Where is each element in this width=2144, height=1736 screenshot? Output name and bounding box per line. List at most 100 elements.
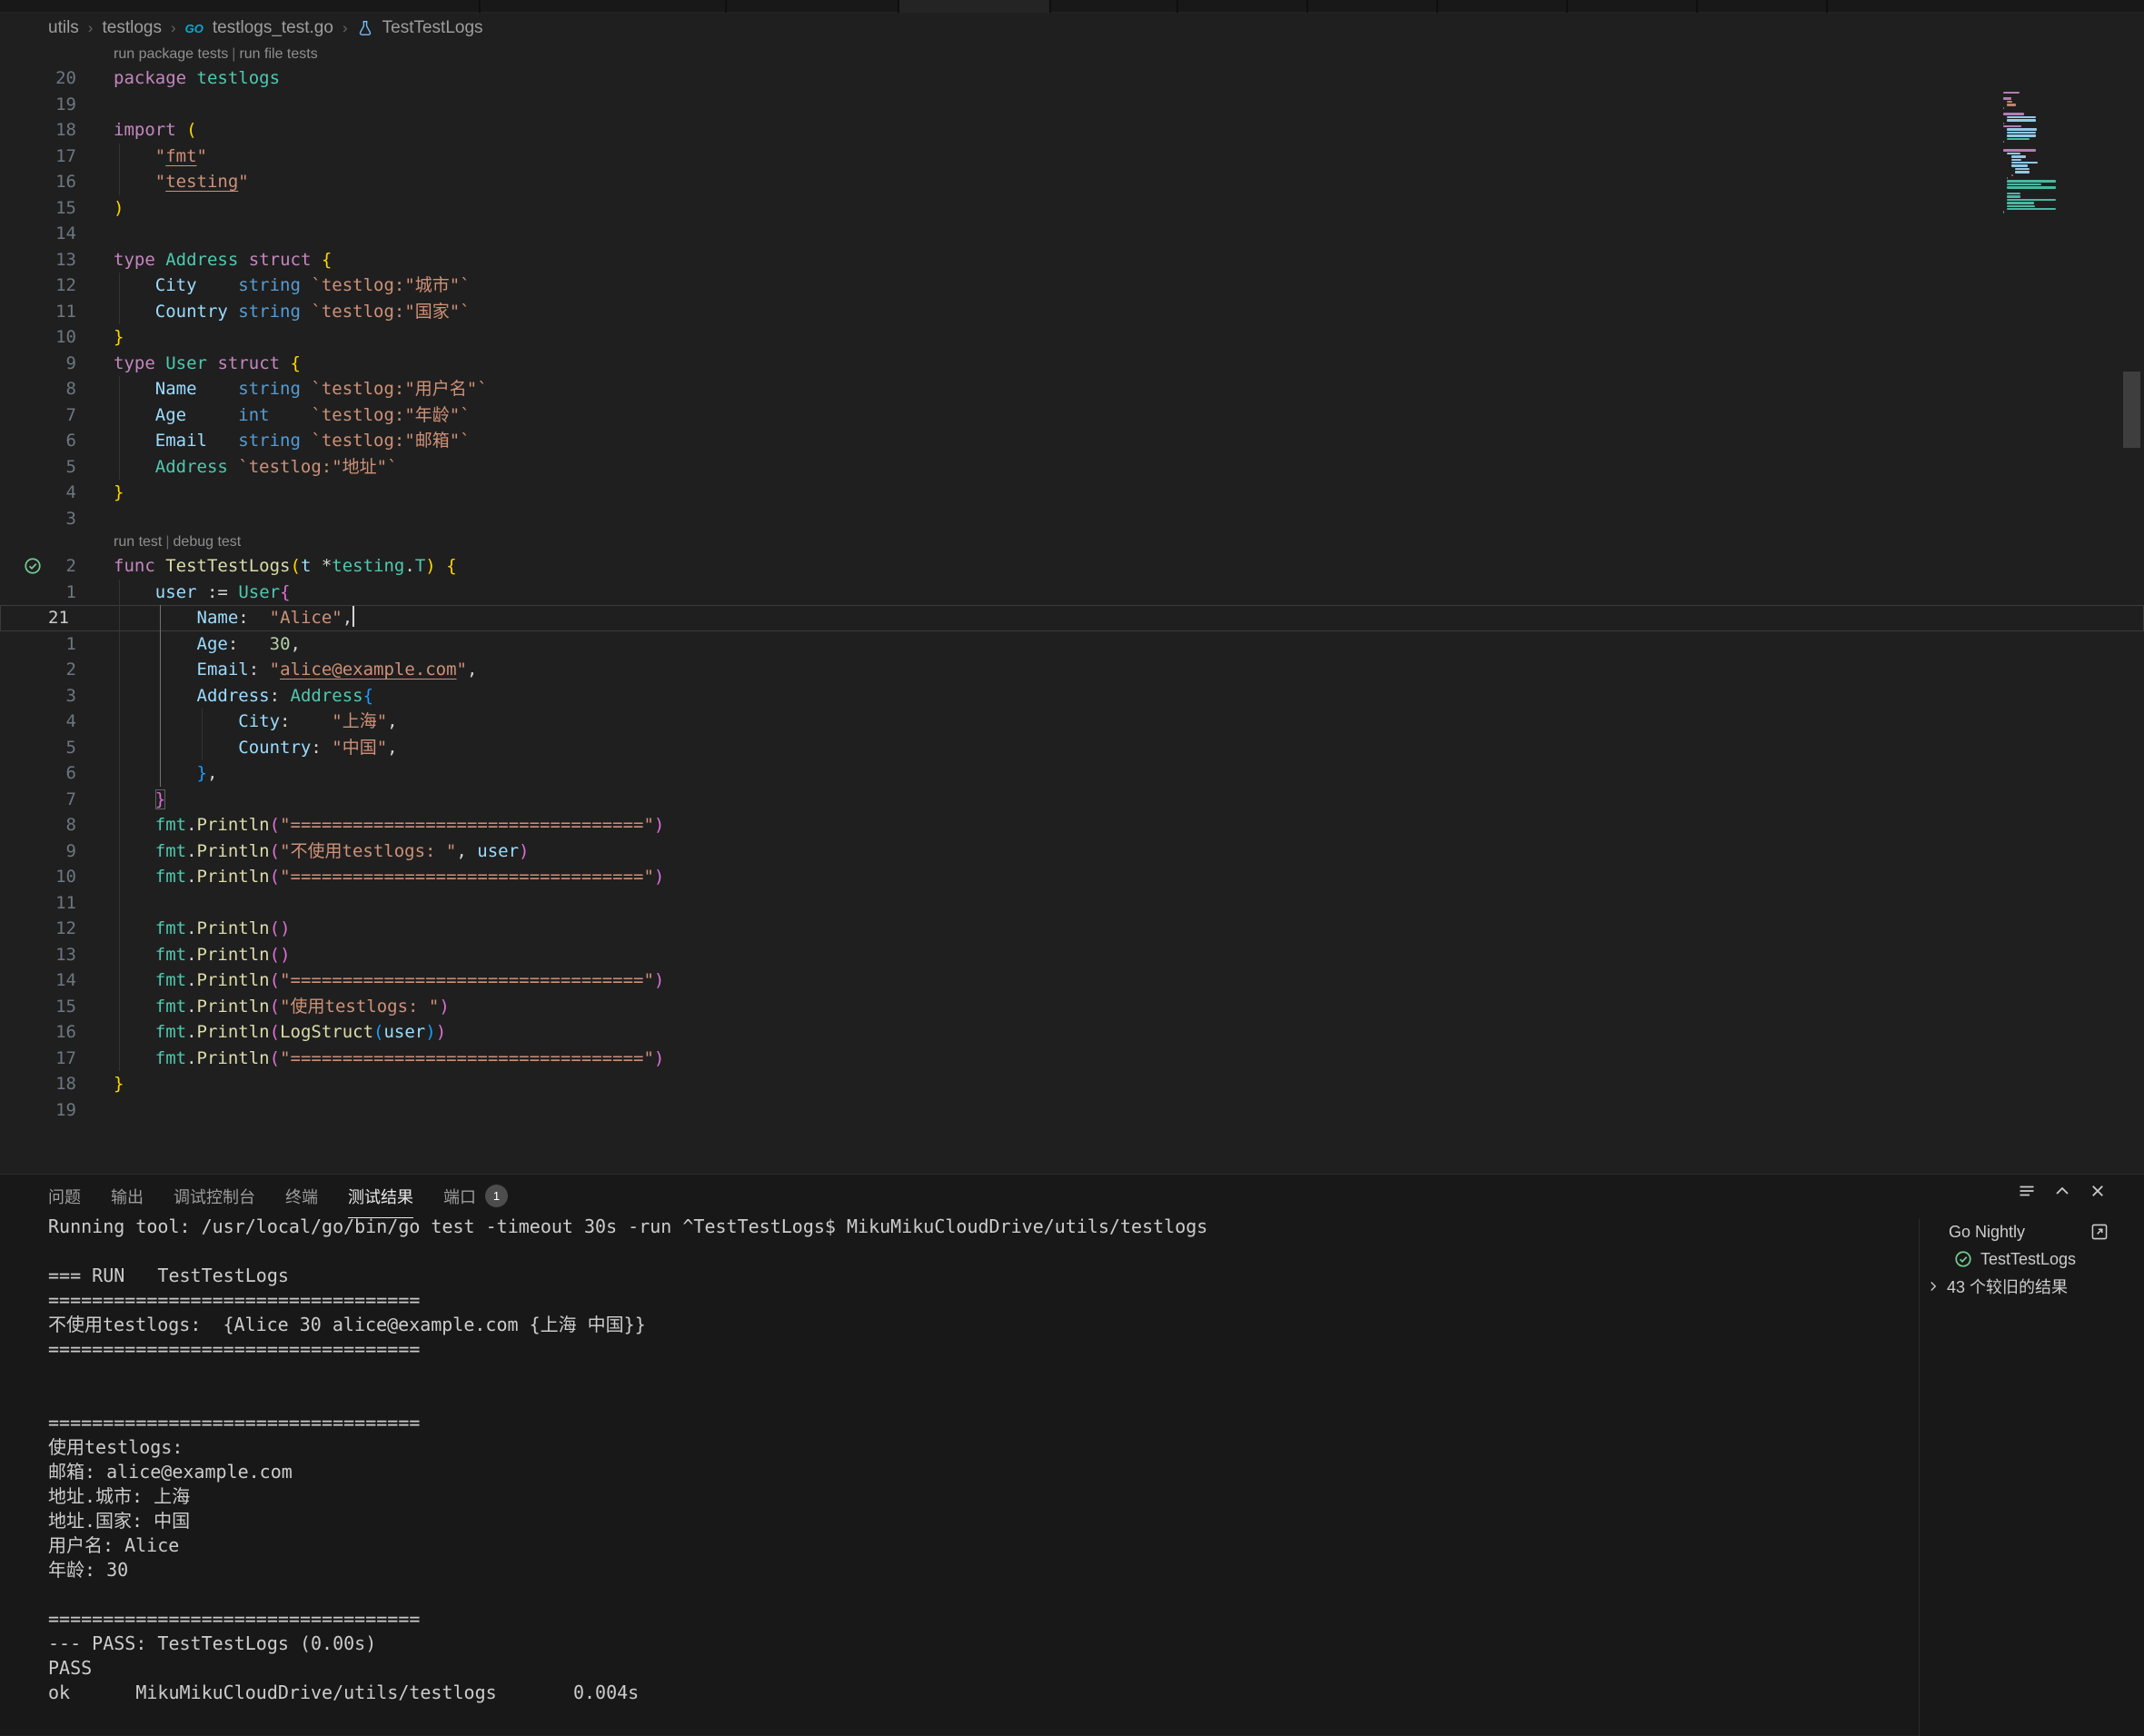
breadcrumb-separator: › bbox=[171, 19, 176, 37]
minimap-line bbox=[2015, 168, 2029, 170]
panel-tab-terminal[interactable]: 终端 bbox=[285, 1175, 318, 1218]
terminal-line: PASS bbox=[48, 1656, 1901, 1681]
panel-tab-debug-console[interactable]: 调试控制台 bbox=[174, 1175, 255, 1218]
chevron-right-icon bbox=[1925, 1278, 1941, 1295]
editor-gutter: 12 bbox=[0, 916, 114, 942]
code-text: type Address struct { bbox=[114, 247, 332, 273]
terminal-line: --- PASS: TestTestLogs (0.00s) bbox=[48, 1632, 1901, 1656]
indent-guide bbox=[119, 580, 120, 1072]
panel-tab-test-results[interactable]: 测试结果 bbox=[348, 1175, 413, 1218]
minimap-line bbox=[2011, 162, 2039, 164]
line-number: 8 bbox=[0, 812, 76, 838]
minimap-line bbox=[2007, 208, 2056, 210]
terminal-line: ok MikuMikuCloudDrive/utils/testlogs 0.0… bbox=[48, 1681, 1901, 1705]
code-line: 11 bbox=[0, 890, 2144, 917]
minimap-line bbox=[2007, 186, 2056, 188]
line-number: 7 bbox=[0, 787, 76, 813]
chevron-up-icon[interactable] bbox=[2051, 1180, 2073, 1202]
editor-gutter: 16 bbox=[0, 1019, 114, 1046]
breadcrumb-item-symbol[interactable]: TestTestLogs bbox=[382, 18, 483, 38]
panel-tab-problems[interactable]: 问题 bbox=[48, 1175, 81, 1218]
code-line: 1 Age: 30, bbox=[0, 631, 2144, 658]
editor-gutter: 10 bbox=[0, 324, 114, 351]
editor-gutter: 8 bbox=[0, 812, 114, 838]
line-number: 19 bbox=[0, 1097, 76, 1124]
minimap-line bbox=[2007, 199, 2056, 201]
tab-divider bbox=[1696, 0, 1698, 13]
minimap[interactable] bbox=[2003, 89, 2130, 243]
editor-gutter: 14 bbox=[0, 221, 114, 247]
terminal-line: 地址.城市: 上海 bbox=[48, 1484, 1901, 1509]
tab-divider bbox=[1049, 0, 1051, 13]
close-icon[interactable] bbox=[2087, 1180, 2109, 1202]
code-editor[interactable]: run package tests|run file tests20packag… bbox=[0, 44, 2144, 1174]
panel-tab-label: 输出 bbox=[111, 1185, 144, 1208]
minimap-line bbox=[2003, 92, 2020, 94]
terminal-output[interactable]: Running tool: /usr/local/go/bin/go test … bbox=[48, 1215, 1901, 1705]
code-line: 19 bbox=[0, 92, 2144, 118]
breadcrumb-item-testlogs[interactable]: testlogs bbox=[102, 18, 161, 38]
terminal-line: === RUN TestTestLogs bbox=[48, 1264, 1901, 1288]
panel-tab-ports[interactable]: 端口1 bbox=[443, 1175, 508, 1218]
editor-gutter: 1 bbox=[0, 580, 114, 606]
test-result-item[interactable]: TestTestLogs bbox=[1920, 1245, 2144, 1273]
go-to-test-icon[interactable] bbox=[2089, 1222, 2109, 1242]
indent-guide bbox=[119, 376, 120, 480]
minimap-line bbox=[2003, 107, 2004, 109]
terminal-line bbox=[48, 1239, 1901, 1264]
breadcrumb-separator: › bbox=[342, 19, 348, 37]
editor-gutter: 5 bbox=[0, 454, 114, 481]
panel-tab-label: 终端 bbox=[285, 1185, 318, 1208]
editor-gutter: 18 bbox=[0, 117, 114, 144]
minimap-line bbox=[2007, 205, 2035, 207]
minimap-line bbox=[2011, 155, 2027, 157]
terminal-line: 使用testlogs: bbox=[48, 1435, 1901, 1460]
codelens-link[interactable]: run file tests bbox=[239, 46, 317, 63]
breadcrumb-item-file[interactable]: testlogs_test.go bbox=[213, 18, 333, 38]
scrollbar-thumb[interactable] bbox=[2123, 372, 2140, 448]
tab-divider bbox=[898, 0, 899, 13]
tab-divider bbox=[479, 0, 481, 13]
code-text: City string `testlog:"城市"` bbox=[114, 273, 471, 299]
older-results-item[interactable]: 43 个较旧的结果 bbox=[1920, 1273, 2144, 1300]
code-text: package testlogs bbox=[114, 65, 280, 92]
minimap-line bbox=[2007, 202, 2034, 203]
editor-tab-bar bbox=[0, 0, 2144, 13]
editor-gutter: 13 bbox=[0, 247, 114, 273]
editor-gutter: 14 bbox=[0, 967, 114, 994]
codelens-link[interactable]: run test bbox=[114, 534, 162, 551]
code-line: 18} bbox=[0, 1071, 2144, 1097]
code-line: 4} bbox=[0, 480, 2144, 506]
code-line: 15 fmt.Println("使用testlogs: ") bbox=[0, 994, 2144, 1020]
codelens-link[interactable]: debug test bbox=[174, 534, 242, 551]
output-view-icon[interactable] bbox=[2016, 1180, 2038, 1202]
code-text: Address: Address{ bbox=[114, 683, 373, 709]
editor-lines: run package tests|run file tests20packag… bbox=[0, 44, 2144, 1123]
panel-tab-output[interactable]: 输出 bbox=[111, 1175, 144, 1218]
codelens-link[interactable]: run package tests bbox=[114, 46, 228, 63]
code-text: Email string `testlog:"邮箱"` bbox=[114, 428, 471, 454]
indent-guide bbox=[202, 709, 203, 760]
line-number: 12 bbox=[0, 273, 76, 299]
code-text: Name string `testlog:"用户名"` bbox=[114, 376, 488, 402]
line-number: 5 bbox=[0, 735, 76, 761]
editor-gutter: 1 bbox=[0, 631, 114, 658]
panel-tab-label: 测试结果 bbox=[348, 1185, 413, 1208]
code-line: 2 Email: "alice@example.com", bbox=[0, 657, 2144, 683]
line-number: 17 bbox=[0, 144, 76, 170]
breadcrumb-item-utils[interactable]: utils bbox=[48, 18, 79, 38]
active-tab-stub[interactable] bbox=[898, 0, 1049, 13]
code-text: Country: "中国", bbox=[114, 735, 398, 761]
code-text: fmt.Println("===========================… bbox=[114, 1046, 664, 1072]
test-pass-icon bbox=[1954, 1250, 1972, 1268]
line-number: 10 bbox=[0, 864, 76, 890]
minimap-line bbox=[2007, 193, 2020, 194]
code-text: } bbox=[114, 787, 165, 813]
code-text: "testing" bbox=[114, 169, 249, 195]
test-result-label: TestTestLogs bbox=[1980, 1250, 2076, 1269]
code-text: fmt.Println("===========================… bbox=[114, 812, 664, 838]
panel-tab-label: 调试控制台 bbox=[174, 1185, 255, 1208]
code-line: 12 City string `testlog:"城市"` bbox=[0, 273, 2144, 299]
test-run-header[interactable]: Go Nightly bbox=[1920, 1218, 2144, 1245]
editor-gutter: 20 bbox=[0, 65, 114, 92]
